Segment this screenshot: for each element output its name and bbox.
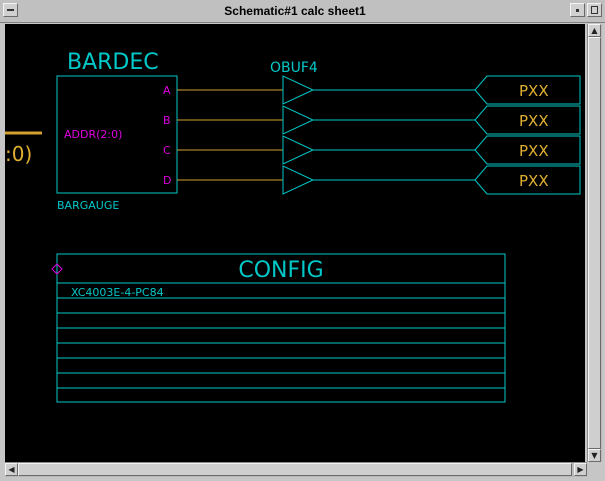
schematic-window: Schematic#1 calc sheet1 :0) BARDEC ADDR(… — [0, 0, 605, 481]
vertical-scroll-thumb[interactable] — [588, 37, 601, 449]
buffer-triangle — [282, 165, 315, 195]
offpage-label: :0) — [5, 142, 32, 166]
pad-label: PXX — [519, 112, 549, 130]
small-square-icon — [576, 9, 579, 12]
bardec-pin-a: A — [163, 84, 171, 97]
pad-label: PXX — [519, 172, 549, 190]
window-menu-button[interactable] — [3, 3, 18, 17]
vertical-scrollbar[interactable]: ▲ ▼ — [587, 24, 602, 462]
horizontal-scroll-thumb[interactable] — [18, 463, 572, 476]
scroll-left-button[interactable]: ◀ — [5, 463, 18, 476]
config-title: CONFIG — [238, 258, 323, 283]
schematic-canvas[interactable]: :0) BARDEC ADDR(2:0) A B C D BARGAUGE OB… — [5, 24, 585, 462]
maximize-button[interactable] — [587, 3, 602, 17]
pad-label: PXX — [519, 142, 549, 160]
bardec-pin-c: C — [163, 144, 171, 157]
scroll-up-button[interactable]: ▲ — [588, 24, 601, 37]
config-row-text: XC4003E-4-PC84 — [71, 286, 164, 299]
pad-label: PXX — [519, 82, 549, 100]
bardec-name: BARDEC — [67, 50, 159, 75]
bardec-input-pin: ADDR(2:0) — [64, 128, 122, 141]
arrow-right-icon: ▶ — [577, 465, 584, 474]
window-title: Schematic#1 calc sheet1 — [224, 4, 366, 18]
schematic-drawing: :0) BARDEC ADDR(2:0) A B C D BARGAUGE OB… — [5, 50, 581, 403]
arrow-left-icon: ◀ — [8, 465, 15, 474]
buffer-triangle — [282, 135, 315, 165]
horizontal-scrollbar[interactable]: ◀ ▶ — [5, 462, 587, 477]
large-square-icon — [591, 6, 598, 14]
minus-bar-icon — [7, 9, 14, 11]
obuf-name: OBUF4 — [270, 60, 318, 76]
title-bar[interactable]: Schematic#1 calc sheet1 — [0, 0, 605, 23]
arrow-up-icon: ▲ — [591, 26, 598, 35]
scroll-corner — [587, 462, 602, 477]
scroll-down-button[interactable]: ▼ — [588, 449, 601, 462]
scroll-right-button[interactable]: ▶ — [574, 463, 587, 476]
bardec-pin-d: D — [163, 174, 171, 187]
minimize-button[interactable] — [570, 3, 585, 17]
bardec-footer: BARGAUGE — [57, 199, 119, 212]
buffer-triangle — [282, 75, 315, 105]
arrow-down-icon: ▼ — [591, 451, 598, 460]
buffer-triangle — [282, 105, 315, 135]
bardec-pin-b: B — [163, 114, 171, 127]
obuf-symbol[interactable] — [282, 75, 315, 195]
